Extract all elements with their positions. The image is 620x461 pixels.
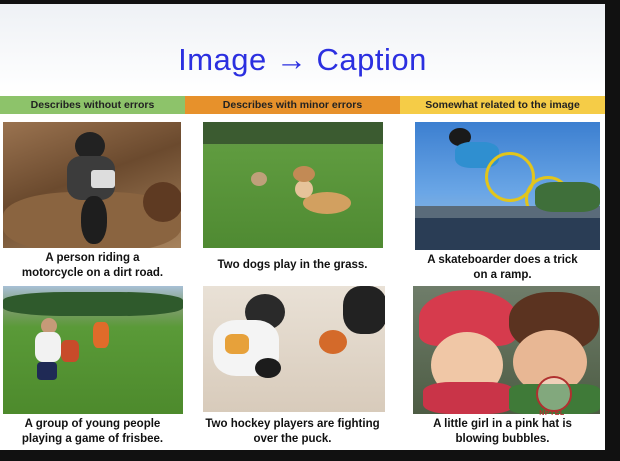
- nptel-logo-icon: [536, 376, 572, 412]
- caption-girl-bubbles: A little girl in a pink hat is blowing b…: [433, 418, 572, 445]
- caption-dogs: Two dogs play in the grass.: [217, 259, 368, 271]
- nptel-watermark: NPTEL: [539, 410, 565, 417]
- dogs-on-grass-photo: [203, 122, 383, 248]
- slide-title: Image → Caption: [178, 42, 427, 77]
- caption-skateboarder: A skateboarder does a trick on a ramp.: [427, 254, 578, 281]
- caption-motocross: A person riding a motorcycle on a dirt r…: [21, 252, 164, 279]
- category-header-somewhat-related: Somewhat related to the image: [400, 96, 605, 114]
- caption-hockey: Two hockey players are fighting over the…: [205, 418, 380, 445]
- presentation-slide: Image → Caption Describes without errors…: [0, 4, 605, 450]
- category-header-minor-errors: Describes with minor errors: [185, 96, 400, 114]
- motocross-rider-photo: [3, 122, 181, 248]
- category-header-no-errors: Describes without errors: [0, 96, 185, 114]
- hockey-players-photo: [203, 286, 385, 412]
- caption-frisbee: A group of young people playing a game o…: [21, 418, 164, 445]
- frisbee-players-photo: [3, 286, 183, 414]
- bmx-rider-photo: [415, 122, 600, 250]
